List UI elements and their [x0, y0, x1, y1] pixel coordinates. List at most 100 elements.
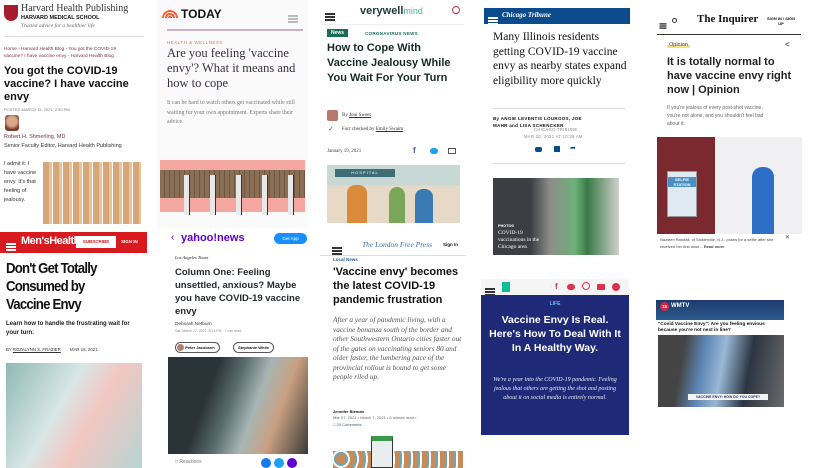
huffpost-logo[interactable] [502, 282, 510, 292]
posted-date: POSTED MARCH 11, 2021, 2:30 PM [4, 107, 70, 112]
tag-label: Peter Jacobsen [185, 345, 215, 350]
photo-gallery[interactable]: PHOTOS COVID-19 vaccinations in the Chic… [493, 178, 619, 255]
share-icon[interactable]: ➦ [570, 144, 576, 152]
date: MAR 20, 2021 AT 10:36 AM [524, 134, 583, 139]
author-link[interactable]: ROZALYNN S. FRAZIER [13, 347, 61, 352]
section-label[interactable]: HEALTH & WELLNESS [167, 40, 223, 45]
close-icon[interactable]: ✕ [785, 234, 790, 241]
signin-link[interactable]: SIGN IN [121, 239, 138, 244]
article-dek: After a year of pandemic living, with a … [333, 315, 462, 381]
article-dek: Learn how to handle the frustrating wait… [6, 321, 130, 336]
byline: By Joni Sweet [342, 113, 371, 118]
vaccine-line-illustration [160, 150, 305, 220]
section-label[interactable]: CORONAVIRUS NEWS [365, 31, 418, 36]
reactions-button[interactable]: □ Reactions [175, 459, 202, 465]
menu-icon[interactable] [485, 288, 495, 296]
email-share-icon[interactable] [448, 148, 456, 154]
harvard-school: HARVARD MEDICAL SCHOOL [21, 15, 100, 21]
back-icon[interactable]: ‹ [171, 232, 174, 243]
pinterest-share-icon[interactable] [582, 282, 590, 290]
article-title: You got the COVID-19 vaccine? I have vac… [4, 65, 129, 103]
menu-icon[interactable] [659, 23, 667, 29]
photo-caption: COVID-19 vaccinations in the Chicago are… [498, 230, 540, 250]
opinion-tag[interactable]: Opinion [667, 42, 690, 48]
lfp-logo[interactable]: The London Free Press [362, 240, 432, 249]
email-share-icon[interactable] [597, 284, 605, 290]
news-badge[interactable]: News [327, 29, 349, 37]
signin-link[interactable]: Sign In [443, 242, 458, 247]
facebook-share-icon[interactable]: f [555, 282, 558, 291]
article-dek: If you're jealous of every post-shot vac… [667, 105, 764, 127]
tribune-logo[interactable]: Chicago Tribune [502, 11, 551, 19]
tag-label: Stephanie White [238, 345, 270, 350]
menshealth-logo[interactable]: Men'sHealth [21, 235, 80, 247]
wmtv-logo[interactable]: WMTV [671, 303, 689, 309]
tag-pill[interactable]: Peter Jacobsen [175, 342, 220, 353]
comment-icon[interactable] [612, 283, 620, 291]
wooden-figures-image [43, 162, 141, 224]
signin-link[interactable]: SIGN IN / SIGN UP [766, 16, 796, 26]
facebook-share-icon[interactable] [261, 458, 271, 468]
twitter-share-icon[interactable] [430, 148, 438, 154]
section-label[interactable]: LIFE [481, 301, 629, 307]
article-title: Column One: Feeling unsettled, anxious? … [175, 267, 301, 317]
date: January 19, 2021 [327, 149, 362, 154]
article-dek: We're a year into the COVID-19 pandemic.… [493, 377, 617, 401]
checker-link[interactable]: Emily Swaim [376, 127, 403, 132]
comments-link[interactable]: □ 20 Comments [333, 422, 361, 427]
nurse-photo: VACCINE ENVY: HOW DO YOU COPE? [658, 335, 784, 407]
brand-mind: mind [403, 6, 423, 16]
author-name[interactable]: Robert H. Shmerling, MD [4, 134, 65, 140]
menu-icon[interactable] [332, 247, 342, 255]
tag-pill[interactable]: Stephanie White [233, 342, 275, 353]
menu-icon[interactable] [325, 13, 335, 21]
fact-label: Fact checked by [342, 127, 375, 132]
today-brand[interactable]: TODAY [181, 7, 222, 21]
divider [4, 36, 144, 37]
comment-icon: □ [175, 459, 179, 465]
facebook-share-icon[interactable]: f [413, 146, 416, 155]
lfp-article: The London Free Press Sign In Local News… [320, 234, 466, 468]
vaccination-photo [6, 363, 142, 468]
article-body: I admit it: I have vaccine envy. It's th… [4, 161, 37, 203]
share-icon[interactable]: < [785, 40, 790, 49]
reactions-label: Reactions [179, 459, 202, 465]
twitter-share-icon[interactable] [274, 458, 284, 468]
yahoo-logo[interactable]: yahoo!news [181, 232, 245, 244]
author[interactable]: Jennifer Bieman [333, 409, 364, 414]
harvard-brand[interactable]: Harvard Health Publishing [21, 3, 128, 14]
article-title: 'Vaccine envy' becomes the latest COVID-… [333, 266, 459, 306]
today-article: TODAY HEALTH & WELLNESS Are you feeling … [157, 0, 308, 228]
photos-label: PHOTOS [498, 224, 514, 228]
menu-icon[interactable] [288, 15, 298, 23]
yahoo-article: ‹ yahoo!news Get App Los Angeles Times C… [157, 230, 308, 468]
wmtv-article: 15 WMTV "Covid Vaccine Envy": Are you fe… [652, 299, 784, 407]
photo-caption: Nazleen Randall, of Sicklerville, N.J., … [660, 237, 788, 250]
vaccine-bottle-illustration [333, 436, 463, 468]
menu-icon[interactable] [488, 17, 498, 25]
inquirer-logo[interactable]: The Inquirer [697, 13, 758, 25]
menu-icon[interactable] [6, 243, 16, 251]
divider [492, 163, 626, 164]
article-title: Are you feeling 'vaccine envy'? What it … [167, 46, 296, 90]
facebook-share-icon[interactable] [554, 146, 560, 152]
article-title: Vaccine Envy Is Real. Here's How To Deal… [489, 314, 621, 354]
email-share-icon[interactable] [287, 458, 297, 468]
fact-check: Fact checked by Emily Swaim [342, 127, 403, 132]
channel-logo[interactable]: 15 [660, 302, 669, 311]
get-app-button[interactable]: Get App [274, 233, 307, 244]
verywell-logo[interactable]: verywellmind [360, 5, 423, 17]
divider [320, 255, 466, 256]
meta: Mar 07, 2021 • March 7, 2021 • 6 minute … [333, 415, 417, 420]
section-label[interactable]: Local News [333, 257, 358, 262]
author-link[interactable]: Joni Sweet [349, 113, 371, 118]
breadcrumb[interactable]: Home › Harvard Health Blog › You got the… [4, 46, 126, 60]
subscribe-button[interactable]: SUBSCRIBE [76, 236, 116, 248]
read-more-link[interactable]: Read more [704, 244, 725, 249]
hospital-illustration: HOSPITAL [327, 165, 460, 223]
search-icon[interactable] [452, 6, 460, 14]
twitter-share-icon[interactable] [535, 147, 542, 152]
search-icon[interactable] [672, 18, 677, 23]
twitter-share-icon[interactable] [567, 284, 575, 290]
date: MAR 16, 2021 [69, 347, 98, 352]
